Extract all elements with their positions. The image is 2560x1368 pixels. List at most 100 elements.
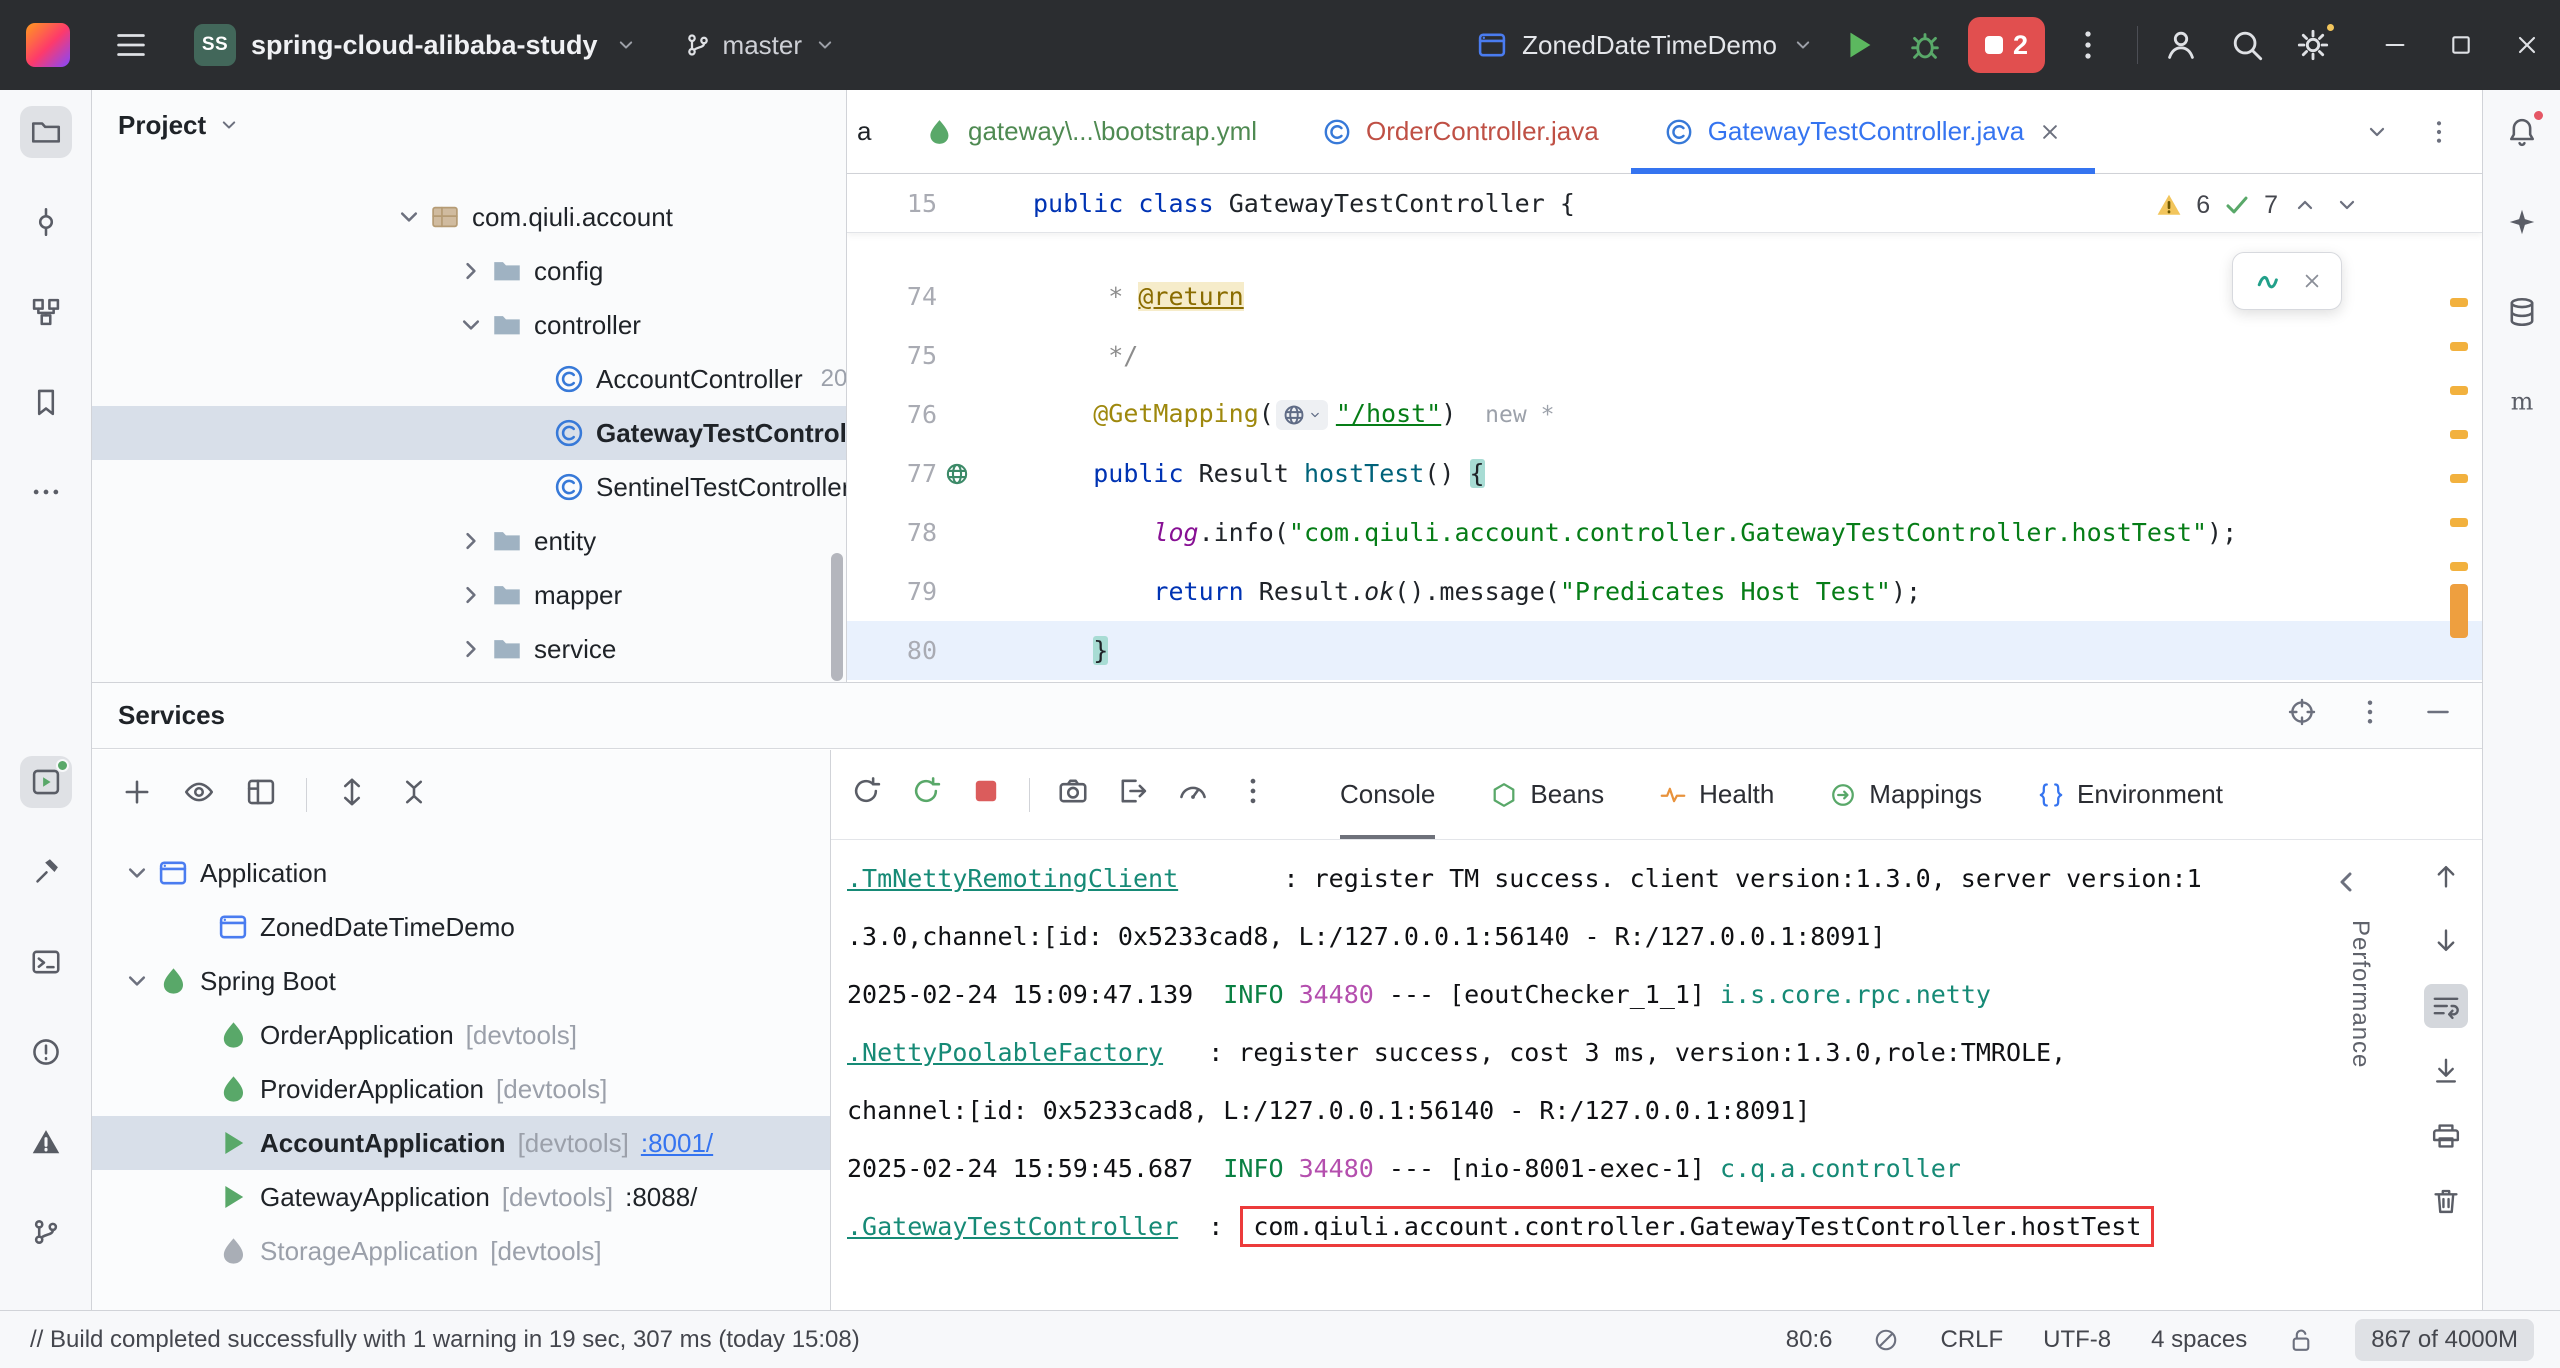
encoding-selector[interactable]: UTF-8	[2043, 1326, 2111, 1354]
editor-tab-a[interactable]: a	[847, 90, 891, 173]
tree-item-gatewayapplication[interactable]: GatewayApplication [devtools]:8088/	[92, 1170, 830, 1224]
chevron-right-icon[interactable]	[454, 632, 488, 666]
expand-all-button[interactable]	[335, 775, 369, 816]
tree-item-accountapplication[interactable]: AccountApplication [devtools]:8001/	[92, 1116, 830, 1170]
print-button[interactable]	[2424, 1114, 2468, 1158]
plus-button[interactable]	[120, 775, 154, 816]
target-button[interactable]	[2286, 696, 2318, 735]
tree-item-service[interactable]: service	[92, 622, 846, 676]
warning-button[interactable]	[20, 1116, 72, 1168]
tree-item-zoneddatetimedemo[interactable]: ZonedDateTimeDemo	[92, 900, 830, 954]
tree-item-accountcontroller[interactable]: AccountController2025/2/	[92, 352, 846, 406]
rerun-button[interactable]	[849, 774, 883, 815]
search-everywhere-button[interactable]	[2224, 22, 2270, 68]
console-output[interactable]: .TmNettyRemotingClient : register TM suc…	[831, 841, 2482, 1310]
main-menu-icon[interactable]	[112, 26, 150, 64]
structure-button[interactable]	[20, 286, 72, 338]
tree-item-orderapplication[interactable]: OrderApplication [devtools]	[92, 1008, 830, 1062]
code-with-me-button[interactable]	[2158, 22, 2204, 68]
close-button[interactable]	[2494, 0, 2560, 90]
tree-item-storageapplication[interactable]: StorageApplication [devtools]	[92, 1224, 830, 1278]
rerun-spring-button[interactable]	[909, 774, 943, 815]
run-configuration-widget[interactable]: ZonedDateTimeDemo	[1475, 28, 1816, 62]
tree-item-spring-boot[interactable]: Spring Boot	[92, 954, 830, 1008]
console-tab-mappings[interactable]: Mappings	[1828, 750, 1982, 839]
project-scrollbar[interactable]	[831, 553, 843, 681]
globe-icon[interactable]	[937, 458, 977, 490]
scroll-end-button[interactable]	[2424, 1049, 2468, 1093]
tree-item-entity[interactable]: entity	[92, 514, 846, 568]
trash-button[interactable]	[2424, 1179, 2468, 1223]
logger-link[interactable]: .NettyPoolableFactory	[847, 1038, 1163, 1067]
close-icon[interactable]	[2300, 269, 2324, 293]
open-new-button[interactable]	[244, 775, 278, 816]
commit-button[interactable]	[20, 196, 72, 248]
caret-position[interactable]: 80:6	[1786, 1326, 1833, 1354]
exit-button[interactable]	[1116, 774, 1150, 815]
chevron-down-icon[interactable]	[392, 200, 426, 234]
indent-selector[interactable]: 4 spaces	[2151, 1326, 2247, 1354]
status-message[interactable]: // Build completed successfully with 1 w…	[30, 1326, 1786, 1354]
editor-tab-ordercontroller-java[interactable]: OrderController.java	[1289, 90, 1631, 173]
folder-tool-button[interactable]	[20, 106, 72, 158]
kebab-button[interactable]	[1236, 774, 1270, 815]
build-button[interactable]	[20, 846, 72, 898]
tree-item-config[interactable]: config	[92, 244, 846, 298]
chevron-down-icon[interactable]	[120, 856, 154, 890]
problems-button[interactable]	[20, 1026, 72, 1078]
git-branch-button[interactable]	[20, 1206, 72, 1258]
next-problem-icon[interactable]	[2332, 190, 2362, 220]
console-tab-environment[interactable]: Environment	[2036, 750, 2223, 839]
maximize-button[interactable]	[2428, 0, 2494, 90]
collapse-sidebar-icon[interactable]	[2326, 862, 2366, 902]
tree-item-sentineltestcontroller[interactable]: SentinelTestController202	[92, 460, 846, 514]
stop-running-processes-button[interactable]: 2	[1968, 17, 2045, 73]
tree-item-gatewaytestcontroller[interactable]: GatewayTestController202	[92, 406, 846, 460]
floating-popup[interactable]	[2232, 252, 2342, 310]
chevron-right-icon[interactable]	[454, 254, 488, 288]
kebab-icon[interactable]	[2424, 117, 2454, 147]
maven-button[interactable]: m	[2496, 376, 2548, 428]
memory-indicator[interactable]: 867 of 4000M	[2355, 1319, 2534, 1361]
chevron-down-icon[interactable]	[2362, 117, 2392, 147]
line-ending-selector[interactable]: CRLF	[1940, 1326, 2003, 1354]
chevron-right-icon[interactable]	[454, 524, 488, 558]
stop-button[interactable]	[969, 774, 1003, 815]
tree-item-mapper[interactable]: mapper	[92, 568, 846, 622]
console-tab-beans[interactable]: Beans	[1489, 750, 1604, 839]
url-inlay[interactable]	[1276, 400, 1328, 430]
tree-item-com-qiuli-account[interactable]: com.qiuli.account	[92, 190, 846, 244]
highlighting-level-icon[interactable]	[1872, 1326, 1900, 1354]
project-widget[interactable]: SS spring-cloud-alibaba-study	[194, 24, 639, 66]
chevron-down-icon[interactable]	[454, 308, 488, 342]
console-tab-console[interactable]: Console	[1340, 750, 1435, 839]
settings-button[interactable]	[2290, 22, 2336, 68]
inspections-widget[interactable]: 6 7	[2154, 190, 2362, 220]
editor-tab-gateway-bootstrap-yml[interactable]: gateway\...\bootstrap.yml	[891, 90, 1289, 173]
arrow-down-button[interactable]	[2424, 919, 2468, 963]
lock-icon[interactable]	[2287, 1326, 2315, 1354]
soft-wrap-button[interactable]	[2424, 984, 2468, 1028]
more-h-button[interactable]	[20, 466, 72, 518]
logger-link[interactable]: .GatewayTestController	[847, 1212, 1178, 1241]
close-small-icon[interactable]	[2037, 119, 2063, 145]
performance-tab[interactable]: Performance	[2346, 920, 2374, 1068]
prev-problem-icon[interactable]	[2290, 190, 2320, 220]
chevron-right-icon[interactable]	[454, 578, 488, 612]
minimize-button[interactable]	[2362, 0, 2428, 90]
minus-button[interactable]	[2422, 696, 2454, 735]
gauge-button[interactable]	[1176, 774, 1210, 815]
tree-item-providerapplication[interactable]: ProviderApplication [devtools]	[92, 1062, 830, 1116]
eye-button[interactable]	[182, 775, 216, 816]
terminal-button[interactable]	[20, 936, 72, 988]
run-button[interactable]	[1836, 22, 1882, 68]
tree-item-application[interactable]: Application	[92, 846, 830, 900]
bell-button[interactable]	[2496, 106, 2548, 158]
logger-link[interactable]: .TmNettyRemotingClient	[847, 864, 1178, 893]
arrow-up-button[interactable]	[2424, 854, 2468, 898]
debug-button[interactable]	[1902, 22, 1948, 68]
tree-item-controller[interactable]: controller	[92, 298, 846, 352]
vcs-branch-widget[interactable]: master	[683, 30, 838, 61]
ai-button[interactable]	[2496, 196, 2548, 248]
project-panel-header[interactable]: Project	[92, 90, 846, 160]
